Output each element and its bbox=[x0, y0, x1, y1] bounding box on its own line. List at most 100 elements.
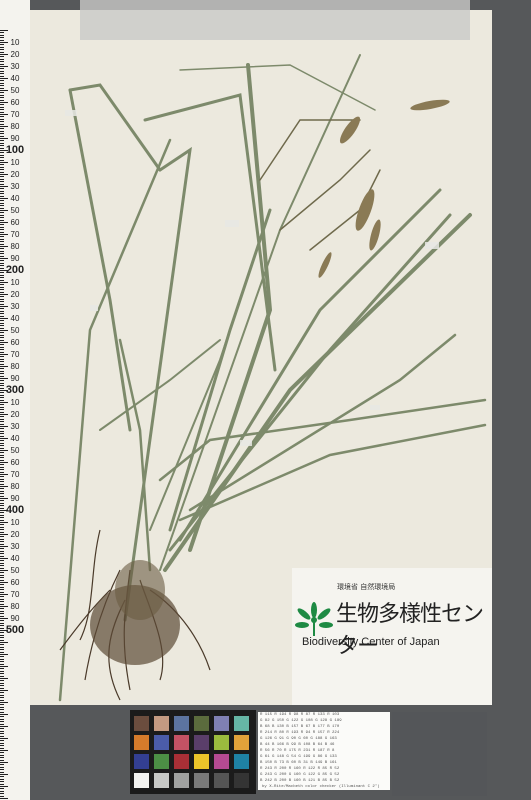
ruler-tick bbox=[0, 788, 4, 790]
ruler-label: 80 bbox=[10, 242, 20, 251]
ruler-tick bbox=[0, 30, 8, 31]
color-swatch bbox=[234, 735, 249, 750]
ruler-tick bbox=[0, 795, 4, 797]
ruler-tick bbox=[0, 759, 4, 761]
ruler-label: 80 bbox=[10, 362, 20, 371]
ruler-label: 10 bbox=[10, 38, 20, 47]
ruler-label: 40 bbox=[10, 554, 20, 563]
ruler-label: 40 bbox=[10, 74, 20, 83]
biodiversity-logo-icon bbox=[295, 602, 333, 636]
color-swatch bbox=[214, 754, 229, 769]
ruler-label: 60 bbox=[10, 578, 20, 587]
ruler-tick bbox=[0, 798, 8, 799]
ruler-tick bbox=[0, 790, 4, 792]
ruler-tick bbox=[0, 644, 4, 646]
color-swatch bbox=[214, 773, 229, 788]
ruler-major-label: 200 bbox=[5, 264, 25, 276]
ruler-tick bbox=[0, 754, 4, 756]
ruler-tick bbox=[0, 706, 4, 708]
color-swatch bbox=[174, 716, 189, 731]
ruler-tick bbox=[0, 776, 4, 778]
ruler-major-label: 100 bbox=[5, 144, 25, 156]
ruler-tick bbox=[0, 678, 8, 679]
ruler-tick bbox=[0, 675, 4, 677]
ruler-tick bbox=[0, 709, 4, 711]
ruler-major-label: 300 bbox=[5, 384, 25, 396]
ruler-tick bbox=[0, 735, 4, 737]
color-swatch bbox=[194, 716, 209, 731]
ruler-tick bbox=[0, 762, 8, 763]
ruler-tick bbox=[0, 769, 4, 771]
ruler-tick bbox=[0, 658, 4, 660]
ruler-tick bbox=[0, 728, 4, 730]
ruler-label: 40 bbox=[10, 314, 20, 323]
ruler-tick bbox=[0, 793, 4, 795]
ruler-tick bbox=[0, 699, 4, 701]
ruler-tick bbox=[0, 747, 4, 749]
color-swatch bbox=[174, 735, 189, 750]
background-strip bbox=[392, 712, 487, 796]
color-swatch bbox=[194, 735, 209, 750]
ruler-label: 50 bbox=[10, 326, 20, 335]
ruler-tick bbox=[0, 34, 4, 36]
color-swatch bbox=[134, 773, 149, 788]
color-table-caption: by X-Rite/Macbeth color checker (Illumin… bbox=[262, 785, 380, 789]
ruler-label: 50 bbox=[10, 86, 20, 95]
ruler-tick bbox=[0, 694, 4, 696]
ruler-label: 10 bbox=[10, 518, 20, 527]
ruler-tick bbox=[0, 723, 4, 725]
ruler-major-label: 500 bbox=[5, 624, 25, 636]
ruler-label: 80 bbox=[10, 122, 20, 131]
ruler-tick bbox=[0, 690, 8, 691]
organization-name: 環境省 自然環境局 bbox=[337, 583, 396, 591]
color-swatch bbox=[234, 716, 249, 731]
ruler-label: 30 bbox=[10, 302, 20, 311]
ruler-label: 70 bbox=[10, 350, 20, 359]
color-swatch bbox=[194, 754, 209, 769]
ruler-label: 50 bbox=[10, 446, 20, 455]
ruler-tick bbox=[0, 733, 4, 735]
ruler-tick bbox=[0, 642, 8, 643]
ruler-tick bbox=[0, 742, 4, 744]
ruler-label: 90 bbox=[10, 254, 20, 263]
ruler-label: 70 bbox=[10, 110, 20, 119]
ruler-tick bbox=[0, 668, 4, 670]
ruler-label: 20 bbox=[10, 530, 20, 539]
color-value-table: R 115 R 194 R 98 R 87 R 133 R 103 G 82 G … bbox=[258, 712, 390, 790]
ruler-tick bbox=[0, 778, 4, 780]
color-swatch bbox=[234, 773, 249, 788]
color-swatch bbox=[134, 754, 149, 769]
ruler-label: 60 bbox=[10, 218, 20, 227]
ruler-label: 60 bbox=[10, 458, 20, 467]
ruler-tick bbox=[0, 783, 4, 785]
color-swatch bbox=[134, 716, 149, 731]
ruler-tick bbox=[0, 649, 4, 651]
ruler-tick bbox=[0, 730, 4, 732]
ruler-tick bbox=[0, 654, 8, 655]
ruler-tick bbox=[0, 685, 4, 687]
ruler-label: 60 bbox=[10, 98, 20, 107]
ruler-tick bbox=[0, 651, 4, 653]
ruler-label: 70 bbox=[10, 590, 20, 599]
ruler-tick bbox=[0, 682, 4, 684]
ruler-label: 30 bbox=[10, 542, 20, 551]
color-swatch bbox=[214, 735, 229, 750]
ruler-tick bbox=[0, 745, 4, 747]
color-swatch bbox=[154, 716, 169, 731]
ruler-tick bbox=[0, 721, 4, 723]
ruler-tick bbox=[0, 757, 4, 759]
ruler-tick bbox=[0, 752, 4, 754]
ruler-tick bbox=[0, 656, 4, 658]
ruler-tick bbox=[0, 781, 4, 783]
color-checker-card bbox=[130, 710, 256, 794]
ruler-label: 70 bbox=[10, 230, 20, 239]
ruler-tick bbox=[0, 673, 4, 675]
ruler-tick bbox=[0, 661, 4, 663]
ruler-label: 50 bbox=[10, 206, 20, 215]
ruler-tick bbox=[0, 716, 4, 718]
center-name-english: Biodiversity Center of Japan bbox=[302, 636, 440, 648]
ruler-label: 20 bbox=[10, 290, 20, 299]
ruler-tick bbox=[0, 771, 4, 773]
ruler-label: 30 bbox=[10, 422, 20, 431]
ruler-tick bbox=[0, 711, 4, 713]
